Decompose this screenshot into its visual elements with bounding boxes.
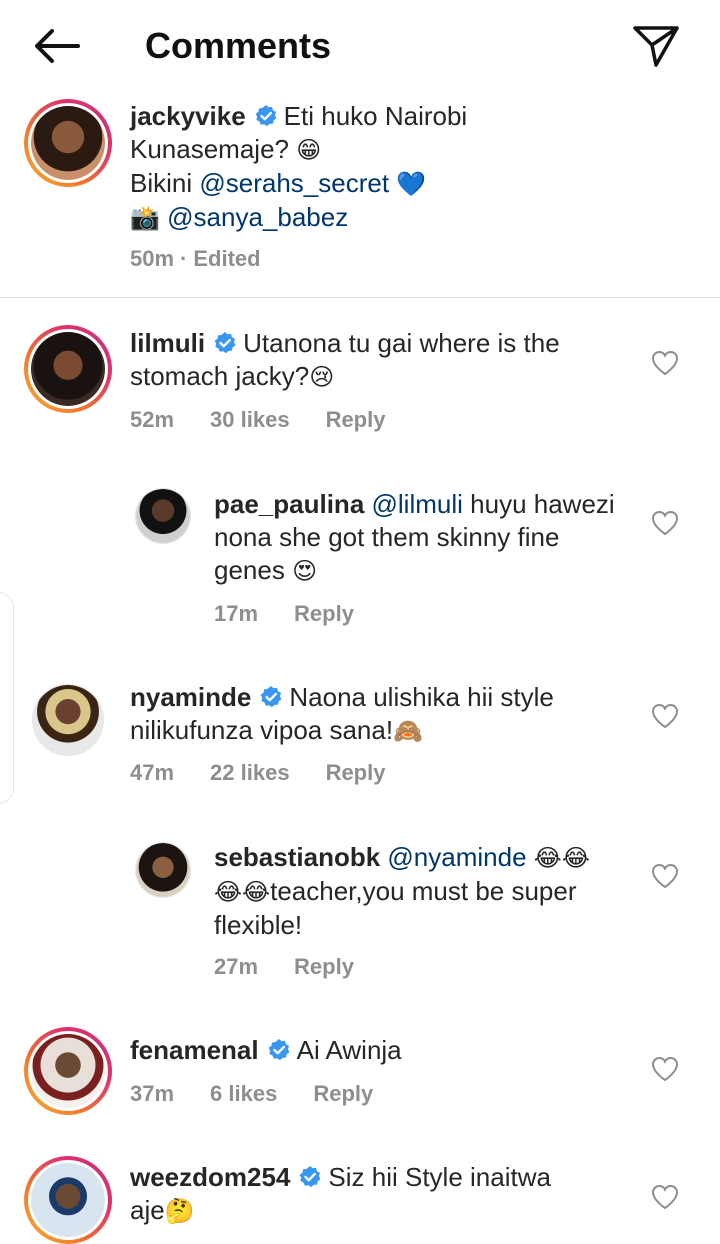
- thinking-emoji: 🤔: [164, 1197, 195, 1225]
- timestamp: 37m: [130, 1081, 175, 1106]
- mention-link[interactable]: @sanya_babez: [167, 202, 348, 232]
- comment-meta: 52m 30 likes Reply: [130, 406, 421, 434]
- caption-text: jackyvike Eti huko Nairobi Kunasemaje? 😁 …: [130, 100, 610, 235]
- grin-emoji: 😁: [296, 136, 322, 164]
- reply-button[interactable]: Reply: [326, 407, 386, 432]
- avatar[interactable]: [135, 488, 191, 544]
- reply-button[interactable]: Reply: [313, 1081, 373, 1106]
- comment-text: weezdom254 Siz hii Style inaitwa aje🤔: [130, 1161, 620, 1228]
- comment-username[interactable]: nyaminde: [130, 682, 251, 712]
- timestamp: 52m: [130, 407, 175, 432]
- like-heart-icon[interactable]: [651, 350, 679, 376]
- heart-eyes-emoji: 😍: [292, 557, 318, 585]
- comment-text: nyaminde Naona ulishika hii style nilikuf…: [130, 681, 620, 748]
- comment-body-line2: aje: [130, 1195, 165, 1225]
- verified-badge-icon: [255, 105, 277, 127]
- arrow-left-icon: [35, 29, 80, 63]
- reply-button[interactable]: Reply: [294, 601, 354, 626]
- caption-line2: Kunasemaje?: [130, 134, 289, 164]
- like-count[interactable]: 6 likes: [210, 1081, 277, 1106]
- verified-badge-icon: [260, 686, 282, 708]
- like-count[interactable]: 22 likes: [210, 760, 290, 785]
- mention-link[interactable]: @serahs_secret: [199, 168, 389, 198]
- laughing-emoji: 😂😂: [533, 844, 590, 872]
- avatar[interactable]: [24, 1156, 112, 1244]
- header-bar: Comments: [0, 0, 720, 92]
- avatar[interactable]: [24, 325, 112, 413]
- page-title: Comments: [145, 25, 332, 66]
- back-button[interactable]: [28, 22, 84, 70]
- like-heart-icon[interactable]: [651, 863, 679, 889]
- edited-label: Edited: [193, 246, 261, 271]
- reply-username[interactable]: sebastianobk: [214, 842, 380, 872]
- edge-panel-handle[interactable]: [0, 592, 14, 804]
- comment-username[interactable]: fenamenal: [130, 1035, 259, 1065]
- comment-meta: 47m 22 likes Reply: [130, 759, 421, 787]
- camera-emoji: 📸: [130, 204, 160, 232]
- verified-badge-icon: [300, 1166, 321, 1188]
- timestamp: 50m: [130, 246, 175, 271]
- caption-divider: [0, 297, 720, 298]
- reply-button[interactable]: Reply: [294, 954, 354, 979]
- meta-separator: ·: [180, 246, 188, 271]
- caption-meta: 50m · Edited: [130, 245, 297, 273]
- like-heart-icon[interactable]: [651, 703, 679, 729]
- like-count[interactable]: 30 likes: [210, 407, 290, 432]
- laughing-emoji: 😂😂: [214, 878, 271, 906]
- see-no-evil-emoji: 🙈: [393, 717, 423, 745]
- comment-meta: 37m 6 likes Reply: [130, 1080, 409, 1108]
- comment-body: Siz hii Style inaitwa: [328, 1162, 551, 1192]
- reply-meta: 17m Reply: [214, 600, 390, 628]
- reply-meta: 27m Reply: [214, 953, 390, 981]
- comment-text: fenamenal Ai Awinja: [130, 1034, 620, 1067]
- reply-text: sebastianobk @nyaminde 😂😂 😂😂teacher,you …: [214, 841, 634, 942]
- mention-link[interactable]: @nyaminde: [387, 842, 526, 872]
- caption-line1: Eti huko Nairobi: [283, 101, 468, 131]
- avatar[interactable]: [135, 842, 191, 898]
- reply-button[interactable]: Reply: [326, 760, 386, 785]
- crying-emoji: 😢: [309, 363, 335, 391]
- blue-heart-emoji: 💙: [396, 170, 427, 198]
- verified-badge-icon: [214, 332, 236, 354]
- reply-username[interactable]: pae_paulina: [214, 489, 364, 519]
- like-heart-icon[interactable]: [651, 1184, 679, 1210]
- like-heart-icon[interactable]: [651, 1056, 679, 1082]
- like-heart-icon[interactable]: [651, 510, 679, 536]
- paper-plane-icon: [633, 26, 679, 67]
- comment-username[interactable]: weezdom254: [130, 1162, 290, 1192]
- avatar[interactable]: [32, 684, 104, 756]
- timestamp: 17m: [214, 601, 259, 626]
- timestamp: 47m: [130, 760, 175, 785]
- comment-username[interactable]: lilmuli: [130, 328, 205, 358]
- comment-text: lilmuli Utanona tu gai where is the stoma…: [130, 327, 620, 394]
- caption-bikini-label: Bikini: [130, 168, 193, 198]
- avatar[interactable]: [24, 1027, 112, 1115]
- comment-body: Ai Awinja: [296, 1035, 402, 1065]
- caption-username[interactable]: jackyvike: [130, 101, 246, 131]
- share-button[interactable]: [628, 20, 684, 72]
- reply-text: pae_paulina @lilmuli huyu hawezi nona sh…: [214, 488, 634, 588]
- mention-link[interactable]: @lilmuli: [372, 489, 463, 519]
- avatar[interactable]: [24, 99, 112, 187]
- timestamp: 27m: [214, 954, 259, 979]
- verified-badge-icon: [268, 1039, 290, 1061]
